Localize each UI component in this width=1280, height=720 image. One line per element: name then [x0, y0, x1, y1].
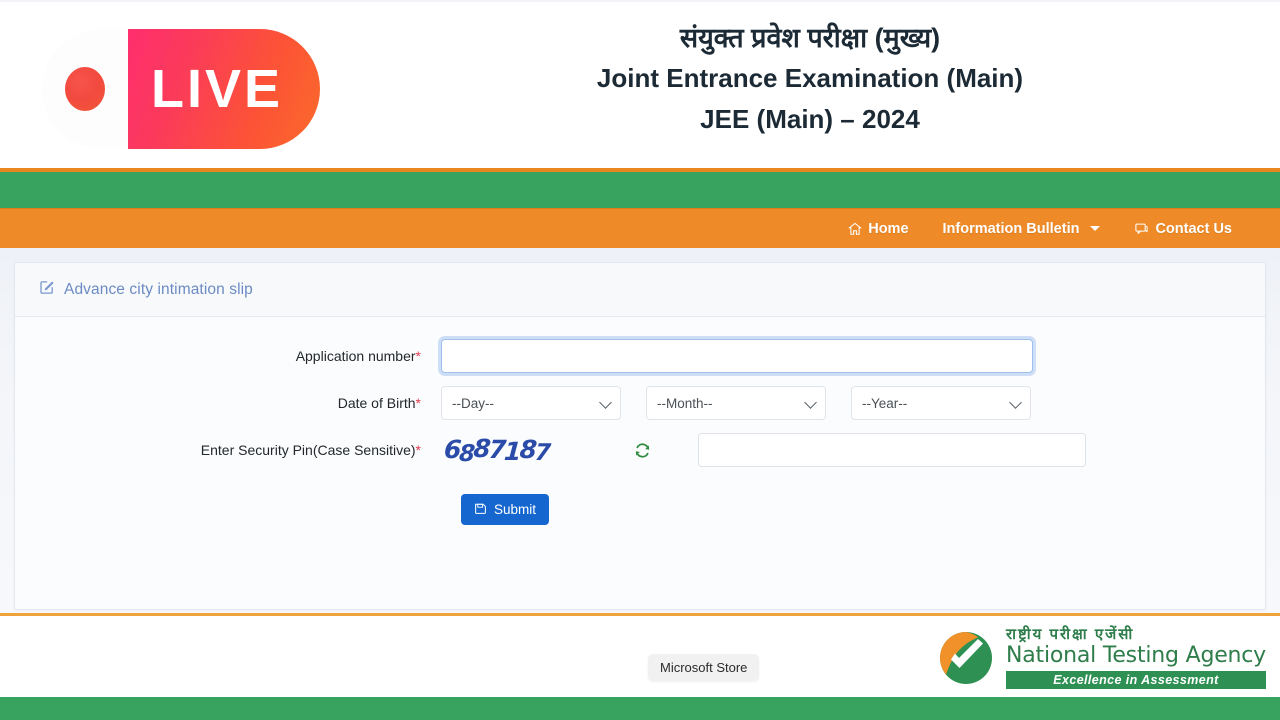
nta-logo-english: National Testing Agency [1005, 643, 1266, 669]
security-pin-input[interactable] [698, 433, 1086, 467]
live-dot-container [42, 67, 128, 111]
label-security-pin: Enter Security Pin(Case Sensitive)* [15, 442, 441, 459]
dob-month-select-wrap: --Month-- [646, 386, 826, 420]
required-asterisk: * [415, 441, 421, 458]
required-asterisk: * [415, 347, 421, 364]
application-number-input[interactable] [441, 339, 1033, 373]
nav-label-contact-us: Contact Us [1155, 220, 1232, 237]
chevron-down-icon [1090, 226, 1101, 231]
page-title-year: JEE (Main) – 2024 [700, 103, 920, 134]
live-pill: LIVE [128, 29, 320, 149]
nta-logo-hindi: राष्ट्रीय परीक्षा एजेंसी [1005, 625, 1135, 643]
label-date-of-birth-text: Date of Birth [337, 394, 416, 411]
label-date-of-birth: Date of Birth* [15, 395, 441, 412]
dob-month-select[interactable]: --Month-- [646, 386, 826, 420]
submit-button-label: Submit [494, 502, 537, 517]
refresh-icon[interactable] [633, 441, 652, 460]
edit-square-icon [39, 279, 55, 300]
label-security-pin-text: Enter Security Pin(Case Sensitive) [200, 441, 416, 458]
label-application-number: Application number* [15, 348, 441, 365]
dob-year-select-wrap: --Year-- [851, 386, 1031, 420]
green-band [0, 172, 1280, 208]
form-card-header: Advance city intimation slip [15, 263, 1265, 317]
form-card-body: Application number* Date of Birth* --Day… [15, 317, 1265, 609]
dob-day-select[interactable]: --Day-- [441, 386, 621, 420]
nav-item-contact-us[interactable]: Contact Us [1134, 221, 1232, 237]
page-root: LIVE संयुक्त प्रवेश परीक्षा (मुख्य) Join… [0, 0, 1280, 720]
nav-label-information-bulletin: Information Bulletin [942, 220, 1080, 237]
control-date-of-birth: --Day-- --Month-- --Year-- [441, 386, 1031, 420]
control-security-pin: 6887187 [441, 433, 1086, 467]
footer-green-band [0, 697, 1280, 720]
page-title-hindi: संयुक्त प्रवेश परीक्षा (मुख्य) [679, 23, 941, 53]
form-row-security-pin: Enter Security Pin(Case Sensitive)* 6887… [15, 433, 1265, 467]
submit-button[interactable]: Submit [461, 494, 550, 525]
nav-item-home[interactable]: Home [848, 220, 909, 237]
form-card: Advance city intimation slip Application… [14, 262, 1266, 610]
required-asterisk: * [415, 394, 421, 411]
home-icon [848, 222, 863, 236]
captcha-container: 6887187 [441, 434, 621, 467]
form-card-title: Advance city intimation slip [64, 280, 253, 298]
control-application-number [441, 339, 1033, 373]
nta-text-block: राष्ट्रीय परीक्षा एजेंसी National Testin… [1005, 625, 1266, 690]
nta-logo: राष्ट्रीय परीक्षा एजेंसी National Testin… [938, 625, 1266, 690]
live-label: LIVE [150, 59, 284, 119]
label-application-number-text: Application number [295, 347, 416, 364]
nta-emblem-icon [938, 630, 994, 686]
dob-year-select[interactable]: --Year-- [851, 386, 1031, 420]
page-title-english: Joint Entrance Examination (Main) [596, 62, 1024, 93]
content-area: Advance city intimation slip Application… [0, 248, 1280, 613]
save-icon [474, 502, 487, 518]
nta-logo-tagline: Excellence in Assessment [1005, 671, 1266, 690]
live-badge: LIVE [42, 29, 320, 149]
header-titles: संयुक्त प्रवेश परीक्षा (मुख्य) Joint Ent… [340, 20, 1280, 137]
contact-icon [1134, 222, 1149, 236]
taskbar-tooltip: Microsoft Store [648, 654, 760, 681]
live-dot-icon [65, 67, 105, 111]
form-row-date-of-birth: Date of Birth* --Day-- --Month-- --Year-… [15, 386, 1265, 420]
navigation-bar: Home Information Bulletin Contact Us [0, 208, 1280, 248]
dob-day-select-wrap: --Day-- [441, 386, 621, 420]
form-row-application-number: Application number* [15, 339, 1265, 373]
nav-item-information-bulletin[interactable]: Information Bulletin [943, 221, 1101, 237]
nav-label-home: Home [868, 220, 909, 237]
page-header: LIVE संयुक्त प्रवेश परीक्षा (मुख्य) Join… [0, 0, 1280, 168]
captcha-image: 6887187 [443, 434, 550, 467]
page-footer: राष्ट्रीय परीक्षा एजेंसी National Testin… [0, 616, 1280, 700]
